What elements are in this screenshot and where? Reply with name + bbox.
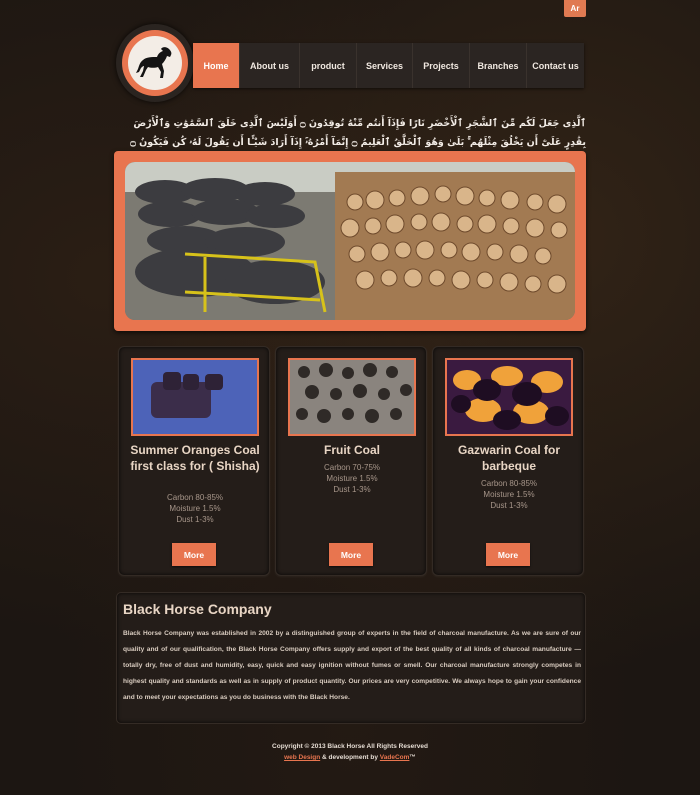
barbeque-coal-photo (445, 358, 573, 436)
product-title: Gazwarin Coal for barbeque (457, 443, 561, 473)
product-dust: Dust 1-3% (176, 515, 214, 524)
fruit-coal-photo (288, 358, 416, 436)
charcoal-and-wood-photo (125, 162, 575, 320)
product-card: Fruit Coal Carbon 70-75% Moisture 1.5% D… (275, 346, 427, 576)
language-switch-button[interactable]: Ar (564, 0, 586, 17)
nav-services[interactable]: Services (357, 43, 413, 88)
product-dust: Dust 1-3% (490, 501, 528, 510)
product-moisture: Moisture 1.5% (326, 474, 378, 483)
horse-icon (136, 47, 172, 78)
nav-product[interactable]: product (300, 43, 357, 88)
nav-contact-us[interactable]: Contact us (527, 43, 584, 88)
product-title: Summer Oranges Coal first class for ( Sh… (130, 443, 260, 473)
trademark: ™ (409, 754, 416, 761)
product-card: Summer Oranges Coal first class for ( Sh… (118, 346, 270, 576)
logo-ring (122, 30, 188, 96)
product-carbon: Carbon 80-85% (480, 479, 538, 488)
product-carbon: Carbon 80-85% (166, 493, 224, 502)
shisha-coal-photo (131, 358, 259, 436)
product-moisture: Moisture 1.5% (169, 504, 221, 513)
vadecom-link[interactable]: VadeCom (380, 754, 410, 761)
product-carbon: Carbon 70-75% (323, 463, 381, 472)
nav-about-us[interactable]: About us (240, 43, 300, 88)
nav-projects[interactable]: Projects (413, 43, 470, 88)
horse-logo[interactable] (116, 24, 194, 102)
credits-mid: & development by (322, 754, 378, 761)
product-moisture: Moisture 1.5% (483, 490, 535, 499)
about-title: Black Horse Company (123, 601, 272, 617)
more-button[interactable]: More (172, 543, 216, 566)
web-design-link[interactable]: web Design (284, 754, 320, 761)
nav-branches[interactable]: Branches (470, 43, 527, 88)
main-nav: Home About us product Services Projects … (193, 43, 584, 88)
product-cards: Summer Oranges Coal first class for ( Sh… (118, 346, 586, 576)
about-section: Black Horse Company Black Horse Company … (116, 592, 586, 724)
product-card: Gazwarin Coal for barbeque Carbon 80-85%… (432, 346, 584, 576)
copyright-text: Copyright © 2013 Black Horse All Rights … (272, 743, 428, 750)
footer: Copyright © 2013 Black Horse All Rights … (200, 741, 500, 763)
nav-home[interactable]: Home (193, 43, 240, 88)
credits: web Design & development by VadeCom™ (200, 752, 500, 763)
product-title: Fruit Coal (324, 443, 380, 457)
hero-banner (114, 151, 586, 331)
more-button[interactable]: More (486, 543, 530, 566)
more-button[interactable]: More (329, 543, 373, 566)
about-text: Black Horse Company was established in 2… (123, 630, 581, 701)
logo-core (128, 36, 182, 90)
product-dust: Dust 1-3% (333, 485, 371, 494)
